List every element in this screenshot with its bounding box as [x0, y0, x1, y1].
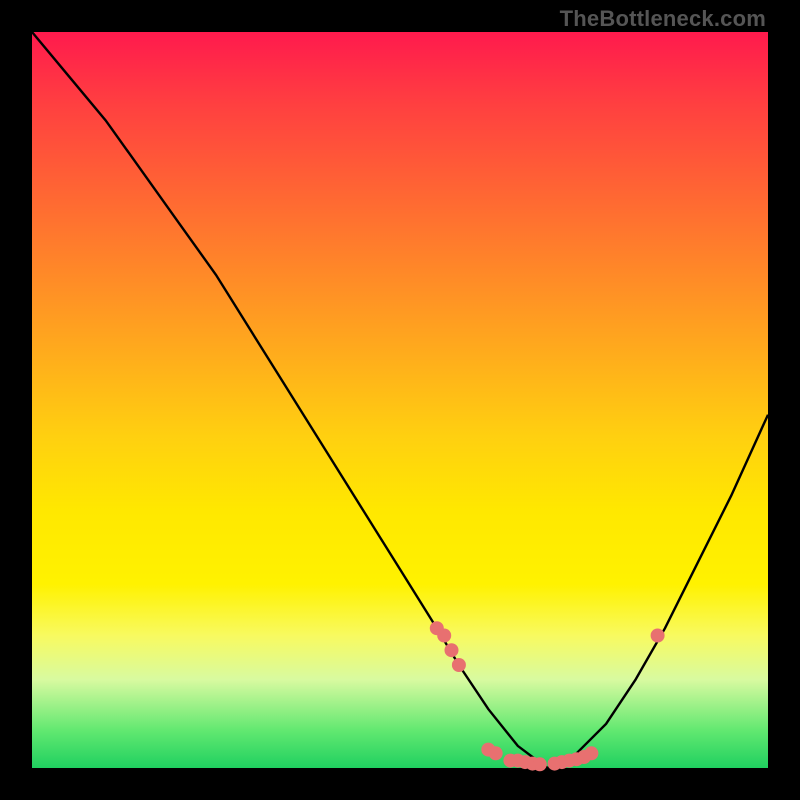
marker-group [430, 621, 665, 771]
marker-point [533, 757, 547, 771]
chart-overlay [32, 32, 768, 768]
plot-area [32, 32, 768, 768]
marker-point [584, 746, 598, 760]
marker-point [445, 643, 459, 657]
chart-stage: TheBottleneck.com [0, 0, 800, 800]
marker-point [452, 658, 466, 672]
bottleneck-curve [32, 32, 768, 768]
marker-point [437, 629, 451, 643]
marker-point [651, 629, 665, 643]
marker-point [489, 746, 503, 760]
watermark-text: TheBottleneck.com [560, 6, 766, 32]
